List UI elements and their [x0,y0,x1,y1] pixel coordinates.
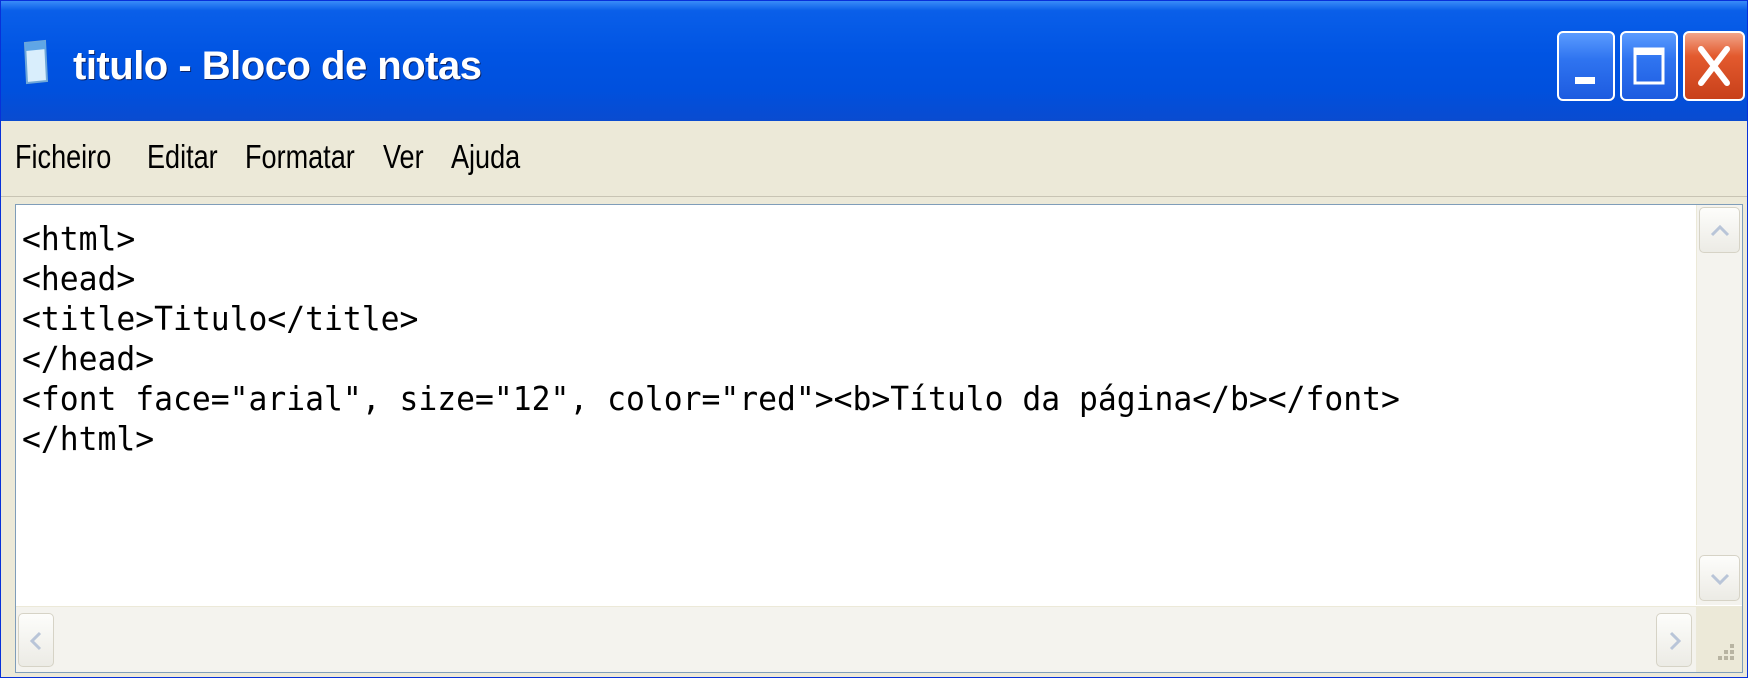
scroll-down-arrow-icon [1710,573,1730,586]
menu-editar[interactable]: Editar [147,137,218,177]
vertical-scrollbar[interactable] [1696,205,1742,605]
close-button[interactable] [1683,31,1745,101]
menu-ver[interactable]: Ver [383,137,424,177]
text-line: <html> [22,219,136,258]
size-grip[interactable] [1696,606,1742,672]
window-title: titulo - Bloco de notas [73,44,482,88]
text-line: <font face="arial", size="12", color="re… [22,379,1400,418]
scroll-left-button[interactable] [18,613,54,667]
close-icon [1698,46,1730,86]
minimize-icon [1575,77,1595,84]
scroll-right-arrow-icon [1669,631,1682,651]
minimize-button[interactable] [1557,31,1615,101]
scroll-right-button[interactable] [1656,613,1692,667]
menu-formatar[interactable]: Formatar [245,137,355,177]
text-line: <head> [22,259,136,298]
editor-frame: <html> <head> <title>Titulo</title> </he… [15,204,1743,673]
scroll-up-arrow-icon [1710,224,1730,237]
horizontal-scrollbar[interactable] [16,606,1696,672]
menu-ficheiro[interactable]: Ficheiro [15,137,111,177]
maximize-icon [1633,47,1665,85]
title-bar[interactable]: titulo - Bloco de notas [1,1,1747,121]
menu-bar: Ficheiro Editar Formatar Ver Ajuda [1,121,1747,197]
size-grip-icon [1718,644,1734,660]
notepad-window: titulo - Bloco de notas Ficheiro Editar … [0,0,1748,678]
menu-ajuda[interactable]: Ajuda [451,137,520,177]
text-line: </head> [22,339,155,378]
notepad-icon[interactable] [21,39,51,85]
scroll-down-button[interactable] [1699,555,1740,601]
text-edit-area[interactable]: <html> <head> <title>Titulo</title> </he… [16,205,1696,605]
text-line: </html> [22,419,155,458]
text-line: <title>Titulo</title> [22,299,419,338]
scroll-left-arrow-icon [29,631,42,651]
scroll-up-button[interactable] [1699,207,1740,253]
maximize-button[interactable] [1620,31,1678,101]
